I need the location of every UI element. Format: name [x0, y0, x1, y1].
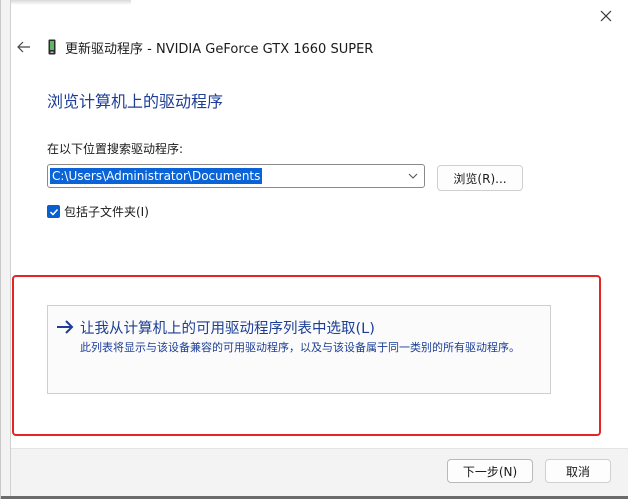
pick-from-list-title: 让我从计算机上的可用驱动程序列表中选取(L) [80, 321, 375, 337]
right-arrow-icon [57, 320, 74, 334]
path-input[interactable]: C:\Users\Administrator\Documents [47, 164, 425, 188]
background-window-edge [1, 0, 11, 499]
close-button[interactable] [591, 4, 621, 28]
device-icon [48, 39, 56, 55]
dialog-footer [11, 448, 628, 499]
back-arrow-icon [17, 41, 30, 53]
path-input-value: C:\Users\Administrator\Documents [50, 168, 263, 184]
pick-from-list-option[interactable]: 让我从计算机上的可用驱动程序列表中选取(L) 此列表将显示与该设备兼容的可用驱动… [47, 305, 551, 394]
close-icon [600, 10, 612, 22]
page-heading: 浏览计算机上的驱动程序 [47, 92, 224, 111]
chevron-down-icon[interactable] [406, 169, 420, 183]
pick-from-list-description: 此列表将显示与该设备兼容的可用驱动程序，以及与该设备属于同一类别的所有驱动程序。 [80, 341, 520, 354]
checkbox-checked-icon[interactable] [47, 205, 60, 218]
window-title: 更新驱动程序 - NVIDIA GeForce GTX 1660 SUPER [65, 42, 374, 57]
browse-button[interactable]: 浏览(R)... [437, 165, 523, 191]
cancel-button[interactable]: 取消 [545, 459, 611, 483]
next-button[interactable]: 下一步(N) [447, 459, 533, 483]
search-location-label: 在以下位置搜索驱动程序: [47, 142, 184, 156]
background-window-strip [11, 0, 131, 5]
back-button[interactable] [13, 36, 35, 58]
include-subfolders-label: 包括子文件夹(I) [64, 205, 149, 219]
update-driver-dialog: 更新驱动程序 - NVIDIA GeForce GTX 1660 SUPER 浏… [0, 0, 628, 499]
include-subfolders-checkbox[interactable]: 包括子文件夹(I) [47, 203, 149, 220]
